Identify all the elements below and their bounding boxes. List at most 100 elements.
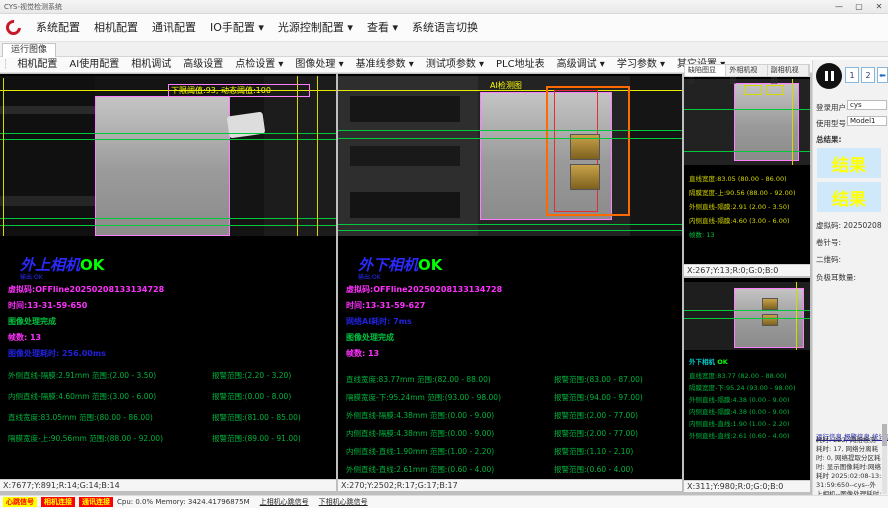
small2-line: 直线宽度:83.77 (82.00 - 88.00) — [689, 370, 787, 380]
ai-image-label: AI检测图 — [490, 80, 522, 91]
small2-line: 隔膜宽度-下:95.24 (93.00 - 98.00) — [689, 382, 795, 392]
window-title: CYS-视觉检测系统 — [4, 3, 62, 11]
center-process-done: 图像处理完成 — [346, 332, 394, 343]
center-measure-row: 隔膜宽度-下:95.24mm 范围:(93.00 - 98.00) — [346, 392, 501, 403]
camera-connection-badge: 相机连接 — [41, 497, 75, 507]
model-label: 使用型号: — [816, 118, 849, 129]
small-view-2: 外下相机 OK 直线宽度:83.77 (82.00 - 88.00) 隔膜宽度-… — [684, 278, 810, 492]
tab-row: 运行图像 — [0, 42, 888, 57]
left-threshold-label: 下限阈值:93, 动态阈值:100 — [168, 84, 310, 97]
menu-language-switch[interactable]: 系统语言切换 — [405, 14, 485, 41]
menu-light-config[interactable]: 光源控制配置 ▾ — [271, 14, 360, 41]
tab-run-image[interactable]: 运行图像 — [2, 43, 56, 57]
toolbar-grip-icon: ┆ — [0, 60, 11, 70]
small2-line: 外侧直线-直线:2.61 (0.60 - 4.00) — [689, 430, 790, 440]
model-input[interactable] — [847, 116, 887, 126]
tab-sub-camera-view[interactable]: 副相机视图 — [768, 65, 809, 76]
tb-plc-table[interactable]: PLC地址表 — [490, 57, 551, 72]
menu-comm-config[interactable]: 通讯配置 — [145, 14, 203, 41]
center-camera-image[interactable]: AI检测图 — [338, 76, 682, 236]
tb-camera-debug[interactable]: 相机调试 — [125, 57, 177, 72]
tab-outer-camera-view[interactable]: 外相机视图 — [726, 65, 767, 76]
small2-status-ok: OK — [717, 358, 728, 366]
small2-line: 内侧直线-隔膜:4.38 (0.00 - 9.00) — [689, 406, 790, 416]
tb-image-process[interactable]: 图像处理 ▾ — [289, 57, 349, 72]
center-camera-view: AI检测图 外下相机OK 输出:OK 虚拟码:OFFline2025020813… — [338, 74, 682, 491]
tb-spot-check[interactable]: 点检设置 ▾ — [229, 57, 289, 72]
neg-tab-count-label: 负极耳数量: — [816, 272, 856, 283]
menu-camera-config[interactable]: 相机配置 — [87, 14, 145, 41]
app-logo-icon — [3, 17, 24, 38]
left-measure-row: 隔膜宽度-上:90.56mm 范围:(88.00 - 92.00) — [8, 433, 163, 444]
tb-camera-config[interactable]: 相机配置 — [11, 57, 63, 72]
center-measure-row: 外侧直线-直线:2.61mm 范围:(0.60 - 4.00) — [346, 464, 494, 475]
left-pixel-coords: X:7677;Y:891;R:14;G:14;B:14 — [0, 479, 336, 491]
qr-label: 二维码: — [816, 254, 841, 265]
tab-highlight-blob — [570, 164, 600, 190]
small1-line: 帧数: 13 — [689, 229, 715, 239]
center-output-line: 输出:OK — [358, 272, 381, 281]
left-connector-blob — [227, 112, 266, 139]
tb-ai-config[interactable]: AI使用配置 — [63, 57, 125, 72]
center-time: 时间:13-31-59-627 — [346, 300, 425, 311]
menu-io-config[interactable]: IO手配置 ▾ — [203, 14, 271, 41]
center-measure-row: 内侧直线-隔膜:4.38mm 范围:(0.00 - 9.00) — [346, 428, 494, 439]
camera-1-button[interactable]: 1 — [845, 67, 859, 83]
left-time: 时间:13-31-59-650 — [8, 300, 87, 311]
tab-defect-display[interactable]: 缺陷图显示 — [685, 65, 726, 76]
login-user-input[interactable] — [847, 100, 887, 110]
close-icon[interactable]: ✕ — [872, 0, 886, 14]
small-view-1-image[interactable] — [684, 79, 810, 165]
menu-view[interactable]: 查看 ▾ — [360, 14, 405, 41]
left-frame-count: 帧数: 13 — [8, 332, 41, 343]
center-alarm-row: 报警范围:(2.00 - 77.00) — [554, 428, 638, 439]
total-result-label: 总结果: — [816, 134, 842, 145]
small1-line: 直线宽度:83.05 (80.00 - 86.00) — [689, 173, 787, 183]
center-measure-row: 直线宽度:83.77mm 范围:(82.00 - 88.00) — [346, 374, 491, 385]
left-measure-row: 直线宽度:83.05mm 范围:(80.00 - 86.00) — [8, 412, 153, 423]
log-scrollbar[interactable] — [882, 424, 887, 494]
left-measure-row: 内侧直线-隔膜:4.60mm 范围:(3.00 - 6.00) — [8, 391, 156, 402]
center-ai-time: 网络AI耗时: 7ms — [346, 316, 412, 327]
back-arrow-button[interactable]: ⬅ — [877, 67, 888, 83]
center-measure-row: 外侧直线-隔膜:4.38mm 范围:(0.00 - 9.00) — [346, 410, 494, 421]
heartbeat-badge: 心跳信号 — [3, 497, 37, 507]
center-frame-count: 帧数: 13 — [346, 348, 379, 359]
center-pixel-coords: X:270;Y:2502;R:17;G:17;B:17 — [338, 479, 682, 491]
maximize-icon[interactable]: ▢ — [852, 0, 866, 14]
left-alarm-row: 报警范围:(81.00 - 85.00) — [212, 412, 301, 423]
minimize-icon[interactable]: — — [832, 0, 846, 14]
left-part-region — [95, 96, 230, 236]
comm-connection-badge: 通讯连接 — [79, 497, 113, 507]
lower-camera-heartbeat-link[interactable]: 下相机心跳信号 — [319, 497, 368, 507]
center-barcode: 虚拟码:OFFline20250208133134728 — [346, 284, 502, 295]
tb-test-params[interactable]: 测试项参数 ▾ — [420, 57, 490, 72]
left-camera-image[interactable]: 下限阈值:93, 动态阈值:100 — [0, 76, 336, 236]
tb-advanced-settings[interactable]: 高级设置 — [177, 57, 229, 72]
center-alarm-row: 报警范围:(0.60 - 4.00) — [554, 464, 633, 475]
small1-line: 隔膜宽度-上:90.56 (88.00 - 92.00) — [689, 187, 795, 197]
result-box-2: 结果 — [817, 182, 881, 212]
small2-line: 外侧直线-隔膜:4.38 (0.00 - 9.00) — [689, 394, 790, 404]
left-process-time: 图像处理耗时: 256.00ms — [8, 348, 106, 359]
left-alarm-row: 报警范围:(2.20 - 3.20) — [212, 370, 291, 381]
tb-learn-params[interactable]: 学习参数 ▾ — [611, 57, 671, 72]
status-bar: 心跳信号 相机连接 通讯连接 Cpu: 0.0% Memory: 3424.41… — [0, 495, 888, 508]
window-controls: — ▢ ✕ — [832, 0, 886, 14]
pause-button[interactable] — [816, 63, 842, 89]
small1-line: 内侧直线-隔膜:4.60 (3.00 - 6.00) — [689, 215, 790, 225]
left-measure-row: 外侧直线-隔膜:2.91mm 范围:(2.00 - 3.50) — [8, 370, 156, 381]
menu-system-config[interactable]: 系统配置 — [29, 14, 87, 41]
right-panel: 1 2 ⬅ 登录用户: 使用型号: 总结果: 结果 结果 虚拟码: 202502… — [812, 60, 888, 495]
camera-2-button[interactable]: 2 — [861, 67, 875, 83]
reel-label: 卷针号: — [816, 237, 841, 248]
barcode-label: 虚拟码: 20250208 — [816, 220, 882, 231]
tb-baseline-params[interactable]: 基准线参数 ▾ — [350, 57, 420, 72]
small-view-2-image[interactable] — [684, 282, 810, 350]
tb-advanced-debug[interactable]: 高级调试 ▾ — [551, 57, 611, 72]
center-status-ok: OK — [418, 256, 442, 274]
small2-camera-title: 外下相机 OK — [689, 356, 728, 366]
left-camera-view: 下限阈值:93, 动态阈值:100 外上相机OK 输出:OK 虚拟码:OFFli… — [0, 74, 336, 491]
upper-camera-heartbeat-link[interactable]: 上相机心跳信号 — [260, 497, 309, 507]
center-alarm-row: 报警范围:(94.00 - 97.00) — [554, 392, 643, 403]
